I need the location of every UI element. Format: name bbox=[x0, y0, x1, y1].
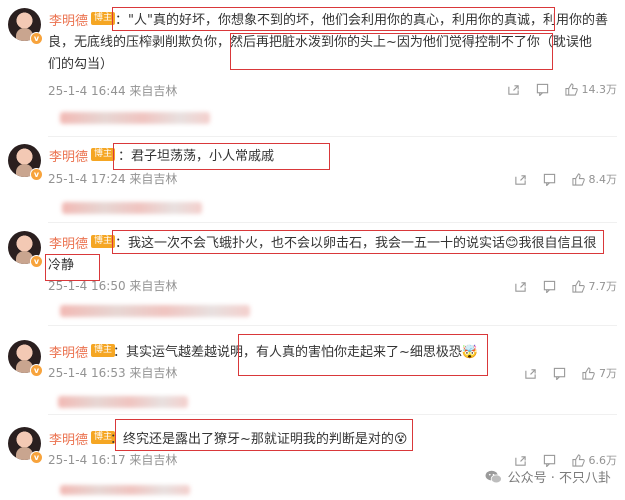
share-button[interactable] bbox=[507, 83, 520, 96]
verified-icon: v bbox=[30, 255, 43, 268]
timestamp: 25-1-4 17:24 来自吉林 bbox=[48, 172, 178, 186]
share-icon bbox=[514, 455, 526, 466]
comment-button[interactable] bbox=[553, 367, 566, 380]
verified-icon: v bbox=[30, 451, 43, 464]
author-name[interactable]: 李明德 bbox=[49, 429, 88, 448]
author-name[interactable]: 李明德 bbox=[49, 146, 88, 165]
verified-icon: v bbox=[30, 168, 43, 181]
wechat-icon bbox=[485, 470, 502, 483]
blurred-reply bbox=[60, 112, 210, 124]
share-button[interactable] bbox=[514, 280, 527, 293]
comment-button[interactable] bbox=[543, 173, 556, 186]
comment-button[interactable] bbox=[536, 83, 549, 96]
share-button[interactable] bbox=[514, 173, 527, 186]
blurred-reply bbox=[60, 485, 190, 495]
like-button[interactable]: 7万 bbox=[582, 365, 617, 381]
highlight-box bbox=[115, 419, 413, 451]
comment-icon bbox=[553, 367, 566, 380]
highlight-box bbox=[112, 230, 604, 254]
timestamp: 25-1-4 16:53 来自吉林 bbox=[48, 366, 178, 380]
like-button[interactable]: 8.4万 bbox=[571, 171, 618, 187]
divider bbox=[48, 136, 617, 137]
blurred-reply bbox=[58, 396, 188, 408]
like-count: 6.6万 bbox=[588, 454, 618, 467]
watermark-text: 公众号 · 不只八卦 bbox=[507, 471, 611, 486]
like-button[interactable]: 7.7万 bbox=[571, 278, 618, 294]
highlight-box bbox=[112, 7, 555, 31]
author-name[interactable]: 李明德 bbox=[49, 10, 88, 29]
share-button[interactable] bbox=[524, 367, 537, 380]
highlight-box bbox=[45, 254, 100, 281]
comment-icon bbox=[536, 83, 548, 96]
comment-item: v 李明德 博主 ：我这一次不会飞蛾扑火，也不会以卵击石，我会一五一十的说实话😊… bbox=[0, 230, 625, 321]
share-icon bbox=[507, 84, 519, 95]
highlight-box bbox=[113, 143, 330, 170]
highlight-box bbox=[238, 334, 488, 376]
share-icon bbox=[514, 174, 526, 185]
like-icon bbox=[571, 279, 585, 293]
author-name[interactable]: 李明德 bbox=[49, 342, 88, 361]
action-bar: 7.7万 bbox=[514, 278, 618, 294]
share-button[interactable] bbox=[514, 454, 527, 467]
divider bbox=[48, 325, 617, 326]
action-bar: 7万 bbox=[524, 365, 617, 381]
like-count: 8.4万 bbox=[588, 173, 618, 186]
action-bar: 8.4万 bbox=[514, 171, 618, 187]
highlight-box bbox=[230, 33, 553, 70]
author-name[interactable]: 李明德 bbox=[49, 233, 88, 252]
comment-line: 冷静 bbox=[48, 258, 75, 273]
comment-icon bbox=[543, 280, 555, 293]
blurred-reply bbox=[60, 305, 250, 317]
share-icon bbox=[514, 281, 526, 292]
share-icon bbox=[525, 368, 536, 379]
comment-button[interactable] bbox=[543, 454, 556, 467]
like-icon bbox=[571, 172, 585, 186]
watermark: 公众号 · 不只八卦 bbox=[485, 467, 611, 486]
comment-button[interactable] bbox=[543, 280, 556, 293]
like-button[interactable]: 14.3万 bbox=[564, 81, 618, 97]
timestamp: 25-1-4 16:44 来自吉林 bbox=[48, 84, 178, 98]
comment-icon bbox=[543, 454, 555, 467]
like-count: 7.7万 bbox=[588, 280, 618, 293]
verified-icon: v bbox=[30, 364, 43, 377]
comment-item: v 李明德 博主 ："人"真的好坏，你想象不到的坏，他们会利用你的真心，利用你的… bbox=[0, 7, 625, 124]
action-bar: 6.6万 bbox=[514, 452, 618, 468]
blogger-tag: 博主 bbox=[91, 344, 116, 357]
blurred-reply bbox=[62, 202, 202, 214]
verified-icon: v bbox=[30, 32, 43, 45]
like-button[interactable]: 6.6万 bbox=[571, 452, 618, 468]
divider bbox=[48, 222, 617, 223]
timestamp: 25-1-4 16:17 来自吉林 bbox=[48, 453, 178, 467]
divider bbox=[48, 414, 617, 415]
blogger-tag: 博主 bbox=[91, 148, 116, 161]
like-count: 14.3万 bbox=[581, 83, 618, 96]
comment-item: v 李明德 博主 ：终究还是露出了獠牙~那就证明我的判断是对的😵 25-1-4 … bbox=[0, 419, 625, 497]
like-count: 7万 bbox=[599, 367, 617, 380]
comment-item: v 李明德 博主 ：其实运气越差越说明，有人真的害怕你走起来了~细思极恐🤯 25… bbox=[0, 334, 625, 410]
comment-item: v 李明德 博主 ：君子坦荡荡，小人常戚戚 25-1-4 17:24 来自吉林 … bbox=[0, 143, 625, 224]
action-bar: 14.3万 bbox=[507, 81, 618, 97]
like-icon bbox=[571, 453, 585, 467]
like-icon bbox=[582, 366, 595, 380]
comment-icon bbox=[543, 173, 555, 186]
like-icon bbox=[564, 82, 578, 96]
